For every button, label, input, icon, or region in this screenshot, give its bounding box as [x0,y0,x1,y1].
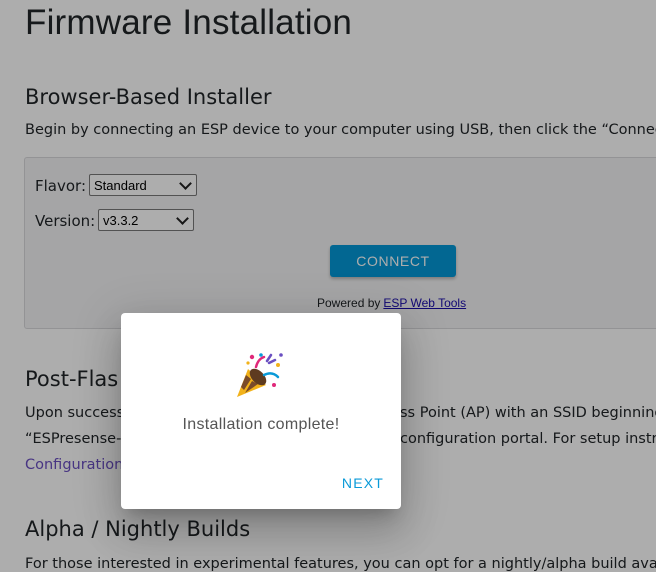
dialog-message: Installation complete! [182,416,340,433]
next-button[interactable]: NEXT [333,472,393,494]
install-complete-dialog: Installation complete! NEXT [121,313,401,509]
party-popper-icon [237,353,283,397]
